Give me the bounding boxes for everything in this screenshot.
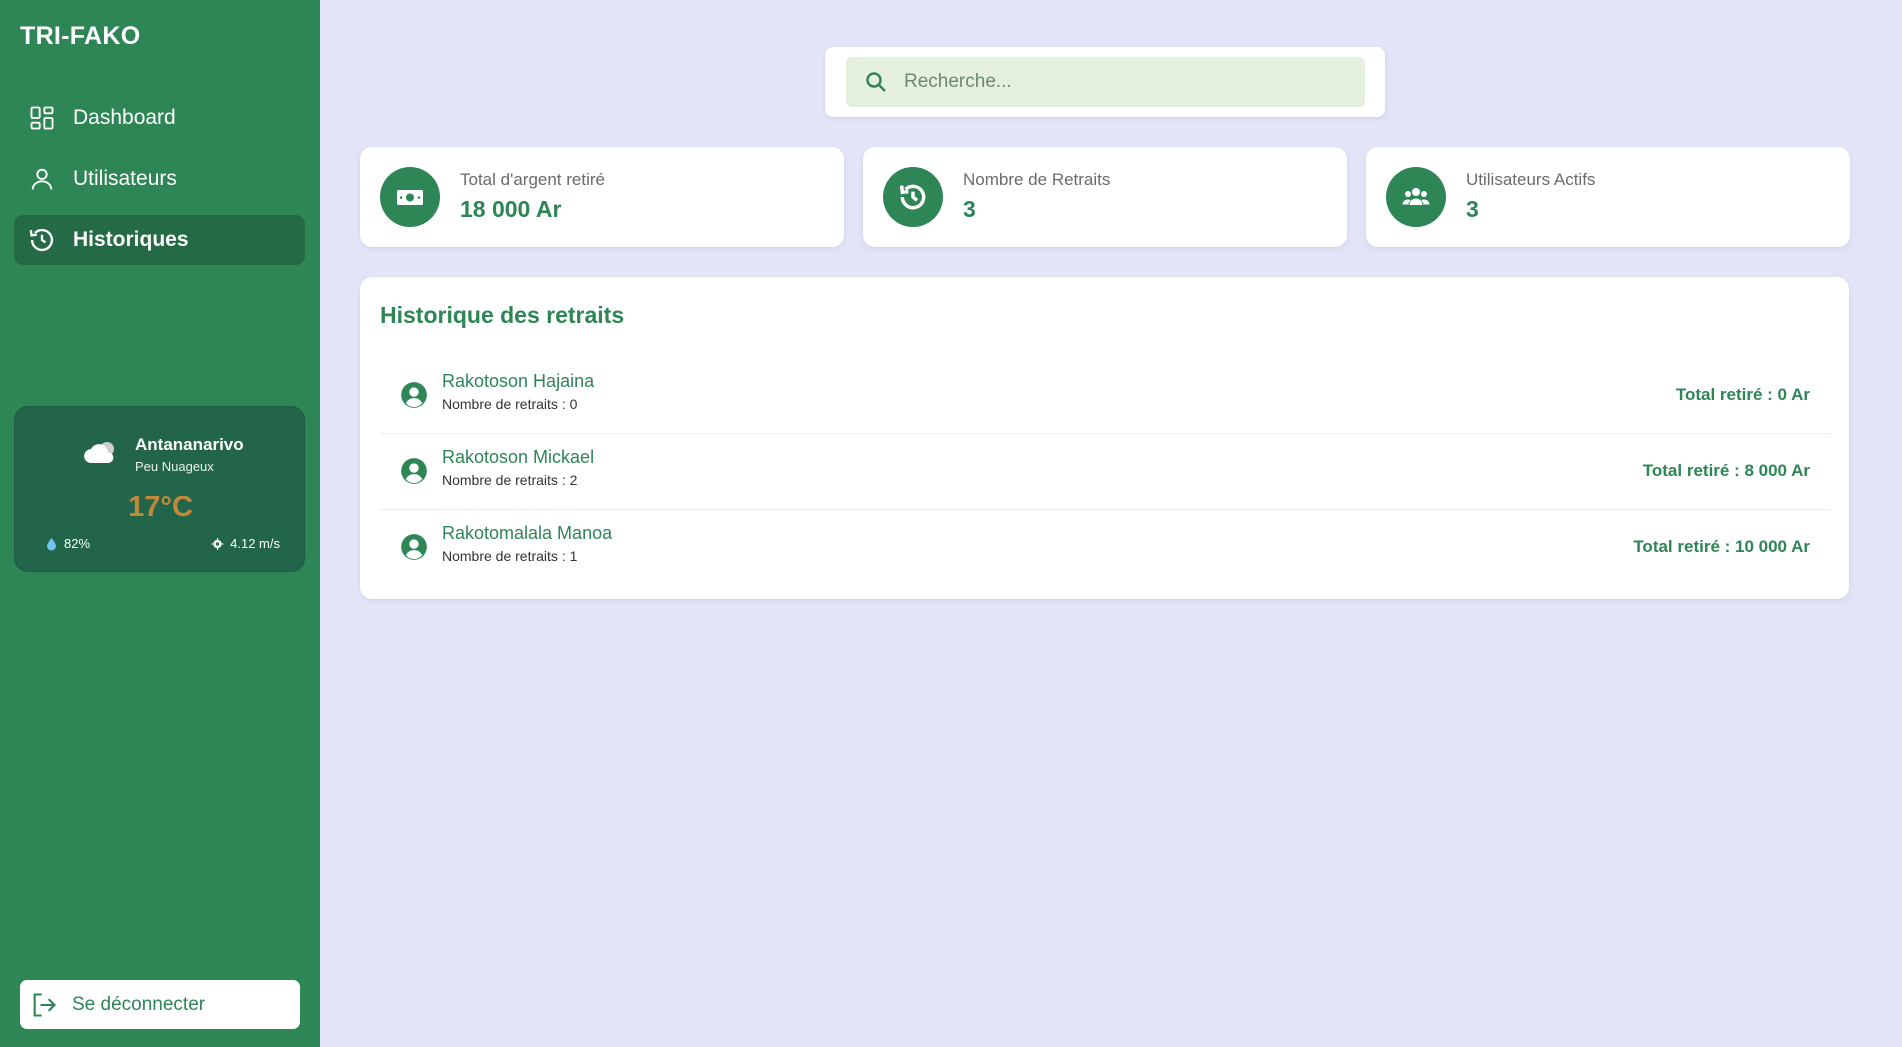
stat-value: 3 [1466, 196, 1479, 222]
section-title: Historique des retraits [380, 302, 625, 328]
dashboard-icon [27, 103, 57, 133]
withdrawal-total: Total retiré : 0 Ar [1675, 385, 1810, 404]
history-icon [899, 184, 926, 210]
withdrawal-count: Nombre de retraits : 1 [442, 548, 578, 564]
stat-value: 18 000 Ar [460, 196, 562, 222]
stat-icon-circle [1386, 167, 1446, 227]
sidebar-item-utilisateurs[interactable]: Utilisateurs [14, 154, 305, 204]
stat-card-withdrawal-count: Nombre de Retraits 3 [863, 147, 1347, 247]
sidebar-item-label: Dashboard [73, 106, 176, 129]
weather-description: Peu Nuageux [135, 459, 214, 474]
history-icon [27, 225, 57, 255]
sidebar: TRI-FAKO Dashboard Utilisateurs Historiq… [0, 0, 320, 1047]
sidebar-nav: Dashboard Utilisateurs Historiques [14, 93, 305, 276]
user-icon [27, 164, 57, 194]
sidebar-item-historiques[interactable]: Historiques [14, 215, 305, 265]
users-icon [1402, 188, 1430, 205]
stat-icon-circle [883, 167, 943, 227]
weather-wind-value: 4.12 m/s [230, 536, 280, 551]
search-box[interactable] [846, 57, 1365, 107]
list-item[interactable]: Rakotoson Mickael Nombre de retraits : 2… [380, 434, 1830, 510]
weather-humidity: 82% [45, 536, 90, 551]
search-input[interactable] [904, 71, 1344, 93]
weather-humidity-value: 82% [64, 536, 91, 551]
search-icon [866, 72, 886, 92]
logout-button[interactable]: Se déconnecter [20, 980, 300, 1029]
sidebar-item-label: Historiques [73, 228, 189, 251]
stat-label: Nombre de Retraits [963, 170, 1111, 189]
stat-icon-circle [380, 167, 440, 227]
sidebar-item-label: Utilisateurs [73, 167, 177, 190]
user-circle-icon [401, 382, 427, 408]
withdrawal-history-card: Historique des retraits Rakotoson Hajain… [360, 277, 1849, 599]
stat-label: Utilisateurs Actifs [1466, 170, 1596, 189]
stat-card-total-amount: Total d'argent retiré 18 000 Ar [360, 147, 844, 247]
stat-label: Total d'argent retiré [460, 170, 605, 189]
withdrawal-total: Total retiré : 8 000 Ar [1642, 461, 1810, 480]
stat-value: 3 [963, 196, 976, 222]
list-item[interactable]: Rakotoson Hajaina Nombre de retraits : 0… [380, 358, 1830, 434]
app-title: TRI-FAKO [20, 22, 141, 50]
history-list: Rakotoson Hajaina Nombre de retraits : 0… [380, 358, 1830, 586]
weather-city: Antananarivo [135, 435, 244, 454]
search-card [825, 47, 1385, 117]
withdrawal-count: Nombre de retraits : 2 [442, 472, 578, 488]
user-name: Rakotomalala Manoa [442, 523, 613, 543]
user-circle-icon [401, 458, 427, 484]
weather-temperature: 17°C [128, 491, 193, 523]
droplet-icon [47, 537, 56, 550]
weather-widget: Antananarivo Peu Nuageux 17°C 82% 4.12 m… [14, 406, 305, 572]
user-circle-icon [401, 534, 427, 560]
logout-icon [33, 992, 56, 1017]
withdrawal-count: Nombre de retraits : 0 [442, 396, 578, 412]
withdrawal-total: Total retiré : 10 000 Ar [1633, 537, 1810, 556]
user-name: Rakotoson Hajaina [442, 371, 595, 391]
logout-label: Se déconnecter [72, 993, 206, 1015]
weather-wind: 4.12 m/s [211, 536, 280, 551]
wind-icon [211, 537, 224, 550]
money-icon [397, 190, 423, 205]
stat-card-active-users: Utilisateurs Actifs 3 [1366, 147, 1850, 247]
cloud-icon [81, 437, 121, 469]
sidebar-item-dashboard[interactable]: Dashboard [14, 93, 305, 143]
user-name: Rakotoson Mickael [442, 447, 595, 467]
list-item[interactable]: Rakotomalala Manoa Nombre de retraits : … [380, 510, 1830, 586]
